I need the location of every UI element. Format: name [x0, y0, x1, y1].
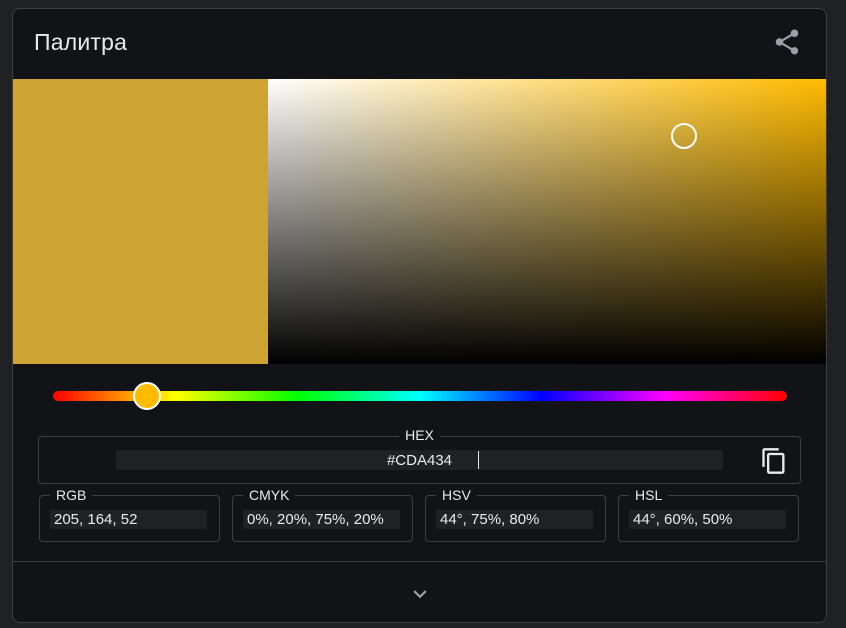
hsl-input[interactable]	[629, 510, 786, 529]
card-title: Палитра	[34, 29, 128, 55]
hex-label: HEX	[399, 427, 440, 443]
hsv-field: HSV	[425, 487, 606, 542]
hue-slider[interactable]	[53, 382, 787, 410]
text-cursor	[478, 451, 479, 469]
rgb-label: RGB	[50, 487, 93, 503]
color-picker-card: Палитра HEX RGB CMYK HSV HSL	[12, 8, 827, 623]
rgb-input[interactable]	[50, 510, 207, 529]
cmyk-input[interactable]	[243, 510, 400, 529]
saturation-value-area[interactable]	[268, 79, 826, 364]
divider	[13, 561, 826, 562]
copy-icon[interactable]	[760, 447, 788, 475]
share-icon[interactable]	[772, 27, 802, 57]
cmyk-label: CMYK	[243, 487, 296, 503]
rgb-field: RGB	[39, 487, 220, 542]
hsl-field: HSL	[618, 487, 799, 542]
hue-slider-handle[interactable]	[133, 382, 161, 410]
hsv-label: HSV	[436, 487, 477, 503]
hex-input[interactable]	[116, 450, 723, 470]
cmyk-field: CMYK	[232, 487, 413, 542]
color-preview-swatch	[13, 79, 268, 364]
chevron-down-icon[interactable]	[407, 581, 433, 607]
hsv-input[interactable]	[436, 510, 593, 529]
hex-field: HEX	[38, 427, 801, 484]
hsl-label: HSL	[629, 487, 669, 503]
saturation-value-handle[interactable]	[671, 123, 697, 149]
